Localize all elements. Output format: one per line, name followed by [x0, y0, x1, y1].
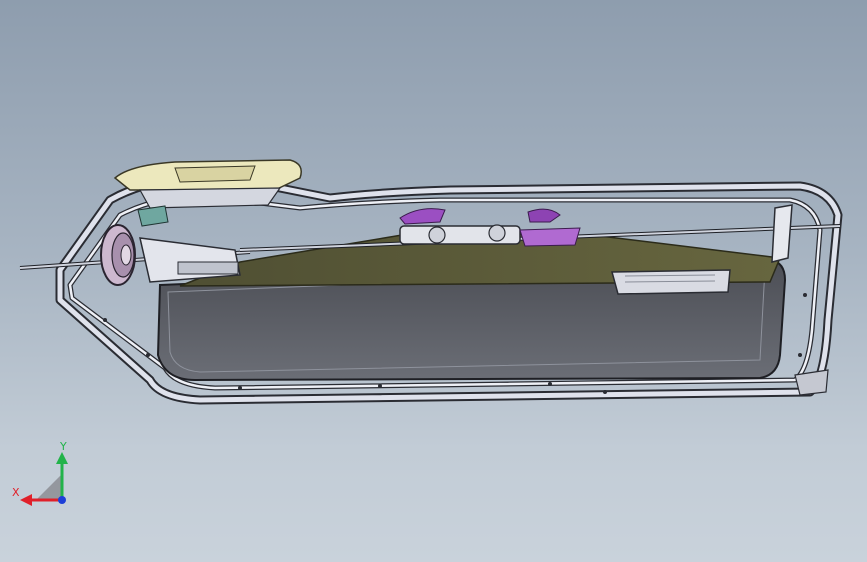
x-axis-arrowhead — [20, 494, 32, 506]
front-handle[interactable] — [113, 159, 302, 191]
triad-plane — [36, 474, 62, 500]
cad-model-render[interactable] — [0, 0, 867, 562]
y-axis-label: Y — [59, 440, 67, 453]
motor-pulley[interactable] — [100, 224, 136, 286]
z-axis-dot — [58, 496, 66, 504]
cad-graphics-viewport[interactable] — [0, 0, 867, 562]
coordinate-triad[interactable]: Y X — [10, 440, 80, 510]
control-box[interactable] — [611, 269, 731, 295]
connector-part[interactable] — [137, 205, 169, 227]
x-axis-label: X — [12, 486, 20, 499]
rear-foot[interactable] — [794, 369, 829, 396]
arm-housing[interactable] — [139, 237, 241, 283]
actuator-cylinder[interactable] — [399, 224, 521, 245]
y-axis-arrowhead — [56, 452, 68, 464]
rear-upright[interactable] — [771, 204, 793, 263]
front-bracket[interactable] — [138, 187, 282, 209]
